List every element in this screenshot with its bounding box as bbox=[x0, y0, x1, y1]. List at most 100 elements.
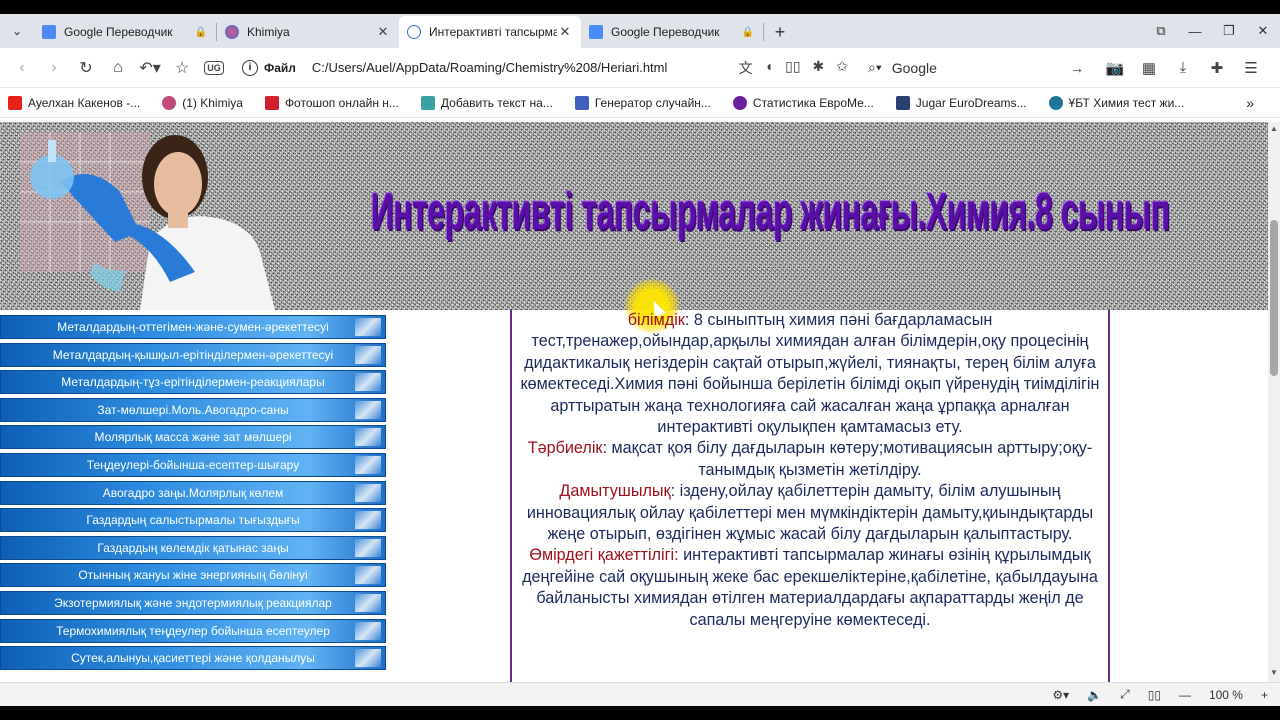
settings-icon[interactable]: ⚙▾ bbox=[1052, 688, 1069, 702]
tab-search-icon[interactable]: ⧉ bbox=[1144, 23, 1178, 39]
download-icon[interactable]: ⤓ bbox=[1166, 59, 1200, 77]
menu-item-label: Авогадро заңы.Молярлық көлем bbox=[102, 485, 284, 500]
menu-item[interactable]: Газдардың салыстырмалы тығыздығы bbox=[0, 508, 386, 533]
tab-list-button[interactable]: ⌄ bbox=[0, 14, 34, 48]
go-arrow-icon[interactable]: → bbox=[1070, 60, 1084, 76]
bookmark-item[interactable]: Фотошоп онлайн н... bbox=[264, 95, 399, 110]
label-developing: Дамытушылық bbox=[559, 482, 671, 501]
split-view-icon[interactable]: ▯▯ bbox=[1148, 688, 1161, 702]
forward-icon[interactable]: › bbox=[38, 53, 70, 83]
zoom-in-icon[interactable]: + bbox=[1261, 688, 1268, 702]
tab-khimiya[interactable]: Khimiya ✕ bbox=[217, 16, 399, 48]
bookmark-item[interactable]: ҰБТ Химия тест жи... bbox=[1048, 95, 1185, 110]
zoom-level[interactable]: 100 % bbox=[1209, 688, 1243, 702]
close-icon[interactable]: ✕ bbox=[375, 24, 391, 40]
reload-icon[interactable]: ↻ bbox=[70, 53, 102, 83]
scroll-down-icon[interactable]: ▼ bbox=[1270, 668, 1278, 677]
menu-item-label: Газдардың көлемдік қатынас заңы bbox=[97, 540, 289, 555]
menu-item[interactable]: Металдардың-тұз-ерітінділермен-реакцияла… bbox=[0, 370, 386, 395]
bookmark-item[interactable]: Добавить текст на... bbox=[420, 95, 553, 110]
menu-icon[interactable]: ☰ bbox=[1234, 59, 1268, 77]
tab-google-translate-2[interactable]: Google Переводчик 🔒 bbox=[581, 16, 763, 48]
menu-item[interactable]: Зат-мөлшері.Моль.Авогадро-саны bbox=[0, 397, 386, 422]
new-tab-button[interactable]: + bbox=[764, 16, 796, 48]
bookmark-label: (1) Khimiya bbox=[182, 95, 243, 110]
zoom-out-icon[interactable]: — bbox=[1179, 688, 1191, 702]
notes-icon[interactable]: ▦ bbox=[1132, 59, 1166, 77]
tab-strip: ⌄ Google Переводчик 🔒 Khimiya ✕ Интеракт… bbox=[0, 14, 1280, 48]
minimize-icon[interactable]: — bbox=[1178, 24, 1212, 39]
menu-item[interactable]: Отынның жануы жіне энергияның бөлінуі bbox=[0, 563, 386, 588]
globe-icon bbox=[407, 25, 421, 39]
sparkle-icon bbox=[355, 511, 381, 530]
tab-title: Интерактивті тапсырма bbox=[429, 25, 557, 39]
menu-item-label: Металдардың-оттегімен-және-сумен-әрекетт… bbox=[57, 320, 329, 334]
toolbar: 📷 ▦ ⤓ ✚ ☰ bbox=[1098, 59, 1268, 77]
paragraph-upbringing: Тәрбиелік: мақсат қоя білу дағдыларын кө… bbox=[520, 438, 1100, 481]
menu-item[interactable]: Металдардың-оттегімен-және-сумен-әрекетт… bbox=[0, 315, 386, 339]
menu-item[interactable]: Металдардың-қышқыл-ерітінділермен-әрекет… bbox=[0, 342, 386, 367]
add-favorite-icon[interactable]: ✩ bbox=[836, 58, 848, 78]
tab-google-translate-1[interactable]: Google Переводчик 🔒 bbox=[34, 16, 216, 48]
bookmark-item[interactable]: (1) Khimiya bbox=[162, 95, 243, 110]
menu-item[interactable]: Термохимиялық теңдеулер бойынша есептеул… bbox=[0, 618, 386, 643]
eurodreams-icon bbox=[895, 95, 910, 110]
sparkle-icon bbox=[355, 428, 381, 447]
tab-title: Google Переводчик bbox=[611, 25, 720, 39]
bookmark-label: Добавить текст на... bbox=[440, 95, 553, 110]
bookmark-label: Фотошоп онлайн н... bbox=[284, 95, 399, 110]
bookmark-label: Jugar EuroDreams... bbox=[915, 95, 1027, 110]
bookmark-label: ҰБТ Химия тест жи... bbox=[1068, 95, 1185, 110]
extensions-icon[interactable]: ✚ bbox=[1200, 59, 1234, 77]
sparkle-icon bbox=[355, 538, 381, 557]
translate-icon[interactable]: 文 bbox=[739, 58, 753, 78]
screenshot-icon[interactable]: 📷 bbox=[1098, 59, 1132, 77]
browser-window: ⌄ Google Переводчик 🔒 Khimiya ✕ Интеракт… bbox=[0, 0, 1280, 720]
info-icon[interactable]: i bbox=[242, 59, 258, 76]
search-box[interactable]: ⌕▾ Google → bbox=[860, 53, 1092, 83]
menu-item-label: Молярлық масса және зат мөлшері bbox=[94, 430, 292, 445]
ug-icon[interactable]: UG bbox=[198, 53, 230, 83]
menu-item[interactable]: Молярлық масса және зат мөлшері bbox=[0, 425, 386, 450]
star-icon[interactable]: ☆ bbox=[166, 53, 198, 83]
paragraph-developing: Дамытушылық: іздену,ойлау қабілеттерін д… bbox=[520, 481, 1100, 545]
close-window-icon[interactable]: ✕ bbox=[1246, 23, 1280, 39]
address-bar[interactable]: i Файл C:/Users/Auel/AppData/Roaming/Che… bbox=[236, 53, 854, 83]
topic-menu: Металдардың-оттегімен-және-сумен-әрекетт… bbox=[0, 315, 386, 674]
chevron-right-icon[interactable]: » bbox=[1246, 95, 1254, 111]
bookmark-item[interactable]: Статистика ЕвроМе... bbox=[732, 95, 874, 110]
bottom-letterbox bbox=[0, 706, 1280, 720]
bookmark-label: Генератор случайн... bbox=[594, 95, 711, 110]
undo-icon[interactable]: ↶▾ bbox=[134, 53, 166, 83]
reader-mode-icon[interactable]: ▯▯ bbox=[785, 58, 800, 78]
restore-icon[interactable]: ❐ bbox=[1212, 23, 1246, 39]
khimiya-icon bbox=[225, 25, 239, 39]
url-text[interactable]: C:/Users/Auel/AppData/Roaming/Chemistry%… bbox=[312, 60, 667, 75]
menu-item[interactable]: Экзотермиялық және эндотермиялық реакция… bbox=[0, 590, 386, 615]
close-icon[interactable]: ✕ bbox=[557, 24, 573, 40]
menu-item[interactable]: Авогадро заңы.Молярлық көлем bbox=[0, 480, 386, 505]
read-aloud-icon[interactable]: ◖ bbox=[765, 58, 773, 78]
google-translate-icon bbox=[589, 25, 603, 39]
tab-interactive-tasks[interactable]: Интерактивті тапсырма ✕ bbox=[399, 16, 581, 48]
sound-icon[interactable]: 🔈 bbox=[1087, 688, 1102, 702]
vertical-scrollbar[interactable]: ▲ ▼ bbox=[1268, 122, 1280, 682]
bookmark-label: Ауелхан Какенов -... bbox=[28, 95, 141, 110]
bookmark-item[interactable]: Генератор случайн... bbox=[574, 95, 711, 110]
paragraph-educational: білімдік: 8 сыныптың химия пәні бағдарла… bbox=[520, 310, 1100, 438]
fullscreen-icon[interactable]: ⤢ bbox=[1120, 687, 1130, 702]
back-icon[interactable]: ‹ bbox=[6, 53, 38, 83]
bookmark-item[interactable]: Jugar EuroDreams... bbox=[895, 95, 1027, 110]
menu-item[interactable]: Теңдеулері-бойынша-есептер-шығару bbox=[0, 452, 386, 477]
bookmark-item[interactable]: Ауелхан Какенов -... bbox=[8, 95, 141, 110]
menu-item[interactable]: Сутек,алынуы,қасиеттері және қолданылуы bbox=[0, 646, 386, 671]
chemist-illustration bbox=[20, 132, 275, 310]
label-life-need: Өмірдегі қажеттілігі: bbox=[529, 546, 679, 565]
scroll-thumb[interactable] bbox=[1270, 220, 1278, 376]
home-icon[interactable]: ⌂ bbox=[102, 53, 134, 83]
menu-item[interactable]: Газдардың көлемдік қатынас заңы bbox=[0, 535, 386, 560]
sparkle-icon bbox=[355, 373, 381, 392]
scroll-up-icon[interactable]: ▲ bbox=[1270, 124, 1278, 133]
extension-icon[interactable]: ✱ bbox=[813, 58, 825, 78]
label-educational: білімдік bbox=[627, 311, 685, 329]
